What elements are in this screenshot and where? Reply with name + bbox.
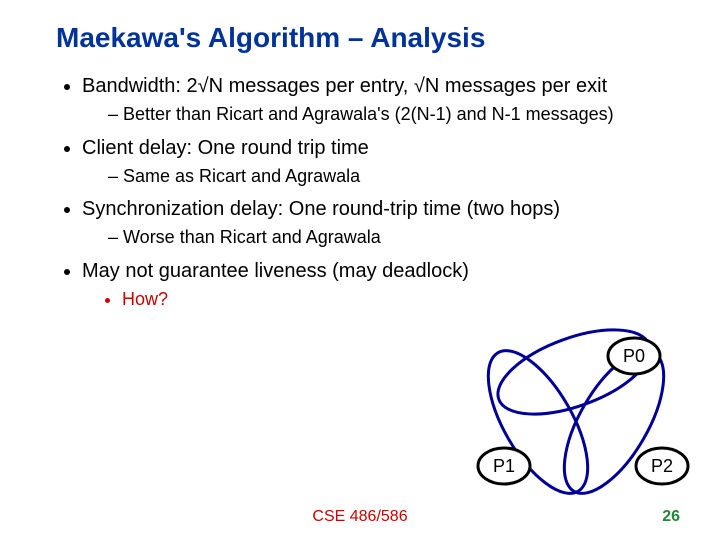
sub-bullet-list: How? bbox=[82, 288, 680, 311]
bullet-text: May not guarantee liveness (may deadlock… bbox=[82, 260, 469, 282]
page-title: Maekawa's Algorithm – Analysis bbox=[56, 22, 680, 54]
bullet-sync-delay: Synchronization delay: One round-trip ti… bbox=[82, 197, 680, 249]
bullet-text: Client delay: One round trip time bbox=[82, 137, 369, 159]
diagram-svg: P0 P1 P2 bbox=[464, 326, 684, 496]
p1-label: P1 bbox=[493, 456, 515, 476]
sub-bullet: Same as Ricart and Agrawala bbox=[108, 165, 680, 188]
p2-label: P2 bbox=[651, 456, 673, 476]
sub-list: Worse than Ricart and Agrawala bbox=[82, 226, 680, 249]
bullet-list: Bandwidth: 2√N messages per entry, √N me… bbox=[56, 74, 680, 310]
sub-list: Better than Ricart and Agrawala's (2(N-1… bbox=[82, 103, 680, 126]
sub-bullet: Worse than Ricart and Agrawala bbox=[108, 226, 680, 249]
bullet-text: Synchronization delay: One round-trip ti… bbox=[82, 198, 560, 220]
quorum-diagram: P0 P1 P2 bbox=[464, 326, 684, 496]
bullet-text: Bandwidth: 2√N messages per entry, √N me… bbox=[82, 75, 607, 97]
sub-bullet-how: How? bbox=[122, 288, 680, 311]
sub-bullet: Better than Ricart and Agrawala's (2(N-1… bbox=[108, 103, 680, 126]
bullet-bandwidth: Bandwidth: 2√N messages per entry, √N me… bbox=[82, 74, 680, 126]
footer-page-number: 26 bbox=[662, 508, 680, 526]
sub-list: Same as Ricart and Agrawala bbox=[82, 165, 680, 188]
p0-label: P0 bbox=[623, 346, 645, 366]
bullet-liveness: May not guarantee liveness (may deadlock… bbox=[82, 259, 680, 311]
bullet-client-delay: Client delay: One round trip time Same a… bbox=[82, 136, 680, 188]
footer-course: CSE 486/586 bbox=[0, 508, 720, 526]
slide: Maekawa's Algorithm – Analysis Bandwidth… bbox=[0, 0, 720, 540]
